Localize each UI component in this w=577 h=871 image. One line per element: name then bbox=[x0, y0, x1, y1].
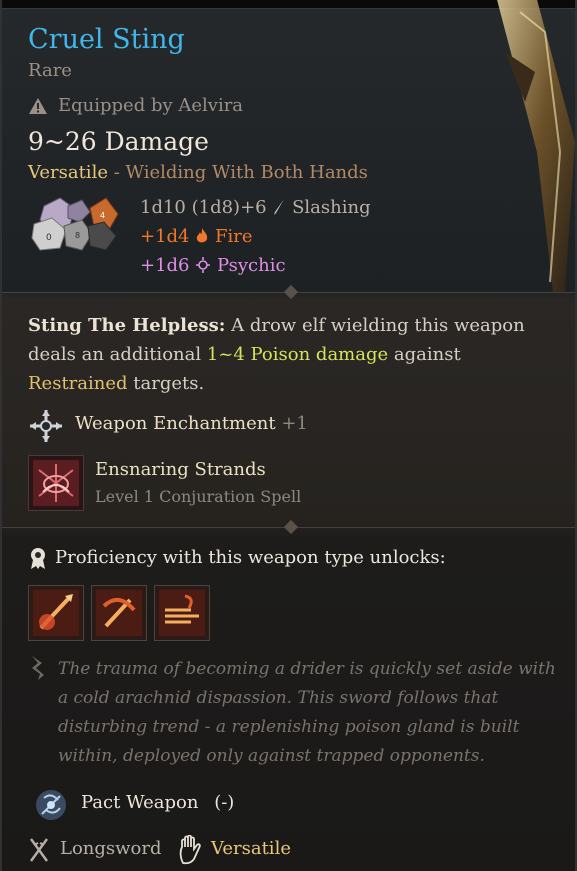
svg-text:4: 4 bbox=[100, 211, 105, 220]
spell-slot[interactable] bbox=[28, 455, 84, 511]
restrained-condition: Restrained bbox=[28, 373, 128, 394]
damage-row-slashing: 1d10 (1d8)+6 Slashing bbox=[140, 197, 371, 218]
passive-text-3: targets. bbox=[133, 373, 205, 394]
spell-subtitle: Level 1 Conjuration Spell bbox=[95, 487, 302, 506]
warning-icon bbox=[29, 98, 47, 114]
enchantment-label: Weapon Enchantment bbox=[75, 413, 276, 434]
damage-type: Slashing bbox=[292, 197, 371, 218]
web-spell-icon bbox=[33, 460, 79, 506]
lore-text: The trauma of becoming a drider is quick… bbox=[58, 659, 556, 766]
action-slot-3[interactable] bbox=[154, 585, 210, 641]
longsword-icon bbox=[30, 838, 48, 862]
item-name: Cruel Sting bbox=[28, 24, 185, 55]
action-slot-1[interactable] bbox=[28, 585, 84, 641]
poison-damage-highlight: 1~4 Poison damage bbox=[206, 344, 389, 365]
equipped-by: Equipped by Aelvira bbox=[58, 95, 244, 116]
item-tooltip: Cruel Sting Rare Equipped by Aelvira 9~2… bbox=[0, 0, 577, 871]
damage-total: 9~26 Damage bbox=[28, 127, 209, 156]
item-rarity: Rare bbox=[28, 60, 72, 81]
versatile-separator: - bbox=[113, 162, 120, 183]
damage-dice: +1d6 bbox=[140, 255, 190, 276]
proficiency-label: Proficiency with this weapon type unlock… bbox=[55, 547, 446, 568]
enchantment-line: Weapon Enchantment +1 bbox=[75, 413, 308, 434]
action-1-icon bbox=[33, 590, 79, 636]
quill-icon bbox=[32, 656, 44, 680]
top-border bbox=[2, 0, 575, 9]
passive-text-2: against bbox=[393, 344, 461, 365]
passive-description: Sting The Helpless: A drow elf wielding … bbox=[28, 311, 558, 398]
versatile-line: Versatile - Wielding With Both Hands bbox=[28, 162, 368, 183]
divider-notch bbox=[283, 284, 299, 300]
pact-weapon-value: (-) bbox=[214, 792, 235, 813]
psychic-icon bbox=[196, 257, 211, 273]
proficiency-icon bbox=[31, 548, 45, 569]
item-preview-blade bbox=[497, 0, 575, 292]
enchantment-icon bbox=[30, 410, 62, 442]
svg-text:0: 0 bbox=[46, 233, 52, 243]
dice-icon: 0 4 8 bbox=[31, 197, 119, 251]
action-2-icon bbox=[96, 590, 142, 636]
passive-name: Sting The Helpless: bbox=[28, 315, 226, 336]
action-slot-2[interactable] bbox=[91, 585, 147, 641]
action-3-icon bbox=[159, 590, 205, 636]
weapon-type-label: Longsword bbox=[60, 838, 162, 859]
pact-weapon-label: Pact Weapon bbox=[81, 792, 199, 813]
damage-type: Fire bbox=[214, 226, 253, 247]
wielding-text: Wielding With Both Hands bbox=[125, 162, 368, 183]
versatile-hand-icon bbox=[179, 835, 201, 865]
enchantment-bonus: +1 bbox=[281, 413, 308, 434]
divider-notch bbox=[283, 519, 299, 535]
damage-dice: +1d4 bbox=[140, 226, 190, 247]
spell-name: Ensnaring Strands bbox=[95, 459, 266, 480]
pact-weapon-icon bbox=[36, 790, 66, 820]
pact-weapon-line: Pact Weapon (-) bbox=[81, 792, 234, 813]
versatile-text: Versatile bbox=[28, 162, 108, 183]
damage-type: Psychic bbox=[216, 255, 286, 276]
svg-text:8: 8 bbox=[75, 231, 80, 240]
damage-dice: 1d10 (1d8)+6 bbox=[140, 197, 267, 218]
damage-row-fire: +1d4 Fire bbox=[140, 226, 253, 247]
fire-icon bbox=[197, 228, 208, 243]
versatile-property-label: Versatile bbox=[211, 838, 291, 859]
slashing-icon bbox=[274, 199, 285, 215]
damage-row-psychic: +1d6 Psychic bbox=[140, 255, 286, 276]
